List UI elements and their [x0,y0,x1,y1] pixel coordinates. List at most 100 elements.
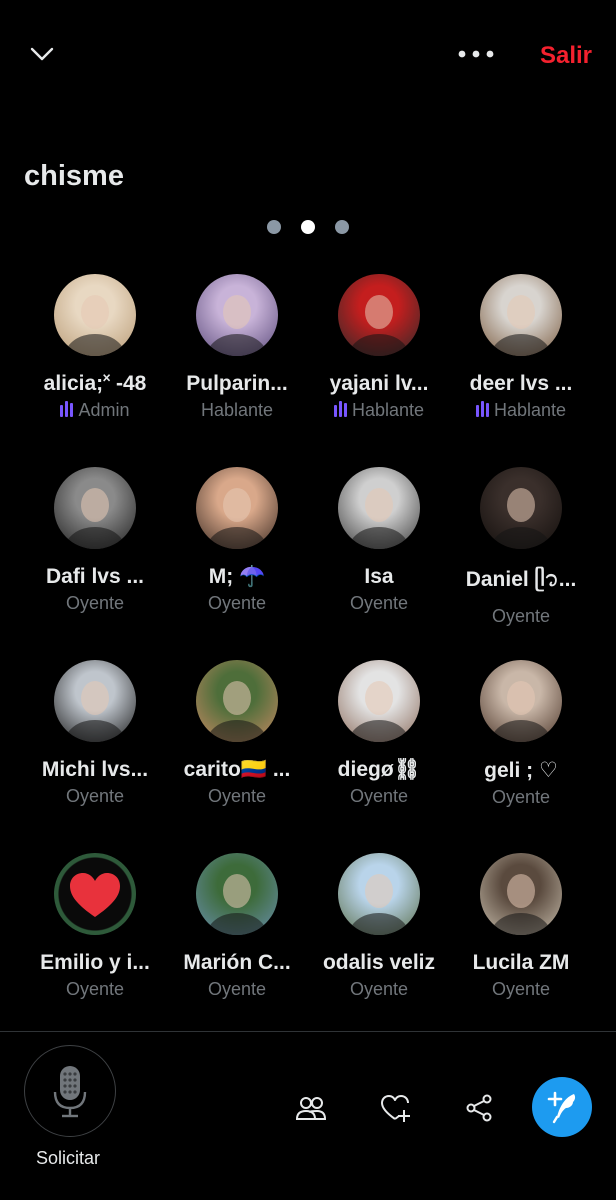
avatar[interactable] [54,853,136,935]
divider [0,1031,616,1032]
avatar[interactable] [196,467,278,549]
participant-role: Hablante [450,400,592,422]
participant-card[interactable]: Pulparin... Hablante [166,274,308,421]
participant-role: Oyente [450,787,592,808]
avatar[interactable] [54,660,136,742]
avatar-photo [349,295,409,356]
more-horizontal-icon[interactable] [456,44,496,64]
participant-card[interactable]: deer lvs ... Hablante [450,274,592,422]
role-label: Hablante [493,400,567,420]
avatar[interactable] [54,467,136,549]
participant-card[interactable]: Emilio y i... Oyente [24,853,166,1000]
participant-card[interactable]: carito🇨🇴 ... Oyente [166,660,308,807]
avatar[interactable] [338,853,420,935]
compose-button[interactable] [532,1077,592,1137]
participant-card[interactable]: Dafi lvs ... Oyente [24,467,166,614]
share-icon[interactable] [463,1092,495,1124]
people-icon[interactable] [295,1092,327,1124]
role-label: Oyente [65,786,125,806]
page-dot-active[interactable] [301,219,315,234]
participant-name: Emilio y i... [40,951,150,974]
participant-card[interactable]: geli ; ♡ Oyente [450,660,592,808]
avatar[interactable] [480,467,562,549]
page-dot[interactable] [335,219,349,234]
participant-card[interactable]: Marión C... Oyente [166,853,308,1000]
participant-role: Oyente [308,786,450,807]
avatar-photo [349,874,409,935]
avatar[interactable] [338,467,420,549]
participant-name: Michi lvs... [41,758,149,781]
role-label: Hablante [351,400,425,420]
participant-name: Pulparin... [186,372,288,395]
avatar[interactable] [480,853,562,935]
participant-role: Oyente [308,979,450,1000]
participant-card[interactable]: odalis veliz Oyente [308,853,450,1000]
participant-card[interactable]: Isa Oyente [308,467,450,614]
participant-name: deer lvs ... [469,372,573,395]
chevron-down-icon[interactable] [28,40,56,68]
role-label: Oyente [491,787,551,807]
role-label: Oyente [349,786,409,806]
avatar-photo [65,681,125,742]
avatar-photo [491,874,551,935]
participant-name: Isa [364,565,394,588]
participant-card[interactable]: Michi lvs... Oyente [24,660,166,807]
avatar[interactable] [196,853,278,935]
page-dot[interactable] [267,219,281,234]
participant-name: Dafi lvs ... [45,565,145,588]
space-title: chisme [24,160,124,192]
exit-button[interactable]: Salir [540,42,592,70]
participant-card[interactable]: Lucila ZM Oyente [450,853,592,1000]
avatar[interactable] [338,660,420,742]
participant-role: Oyente [450,606,592,627]
speaking-bars-icon [60,401,75,422]
microphone-icon [53,1066,87,1118]
participant-role: Oyente [450,979,592,1000]
request-label: Solicitar [35,1148,101,1168]
participant-name: Daniel ᥫ᭡... [465,568,577,591]
avatar[interactable] [480,660,562,742]
participant-name: carito🇨🇴 ... [183,758,291,781]
avatar[interactable] [196,660,278,742]
role-label: Oyente [207,786,267,806]
avatar-photo [207,295,267,356]
participant-card[interactable]: Daniel ᥫ᭡... Oyente [450,467,592,627]
participant-name: M; ☂️ [208,565,266,588]
participant-role: Oyente [166,786,308,807]
participant-card[interactable]: alicia;˟ -48 Admin [24,274,166,422]
avatar-photo [207,681,267,742]
role-label: Oyente [207,979,267,999]
avatar-photo [65,295,125,356]
participant-card[interactable]: yajani lv... Hablante [308,274,450,422]
participant-name: diegø⛓ [337,758,421,781]
participant-role: Admin [24,400,166,422]
role-label: Oyente [65,593,125,613]
participant-role: Oyente [308,593,450,614]
role-label: Admin [78,400,130,420]
avatar-photo [491,488,551,549]
avatar-photo [65,488,125,549]
avatar-photo [349,488,409,549]
role-label: Oyente [491,979,551,999]
avatar-photo [207,874,267,935]
participant-name: alicia;˟ -48 [43,372,147,395]
speaking-bars-icon [475,401,491,422]
top-bar: Salir [0,0,616,110]
role-label: Oyente [65,979,125,999]
avatar-photo [207,488,267,549]
participant-role: Oyente [166,593,308,614]
role-label: Oyente [349,979,409,999]
participant-name: Marión C... [183,951,291,974]
compose-feather-icon [547,1091,576,1124]
avatar[interactable] [338,274,420,356]
avatar[interactable] [480,274,562,356]
avatar[interactable] [196,274,278,356]
participant-role: Oyente [166,979,308,1000]
participant-card[interactable]: M; ☂️ Oyente [166,467,308,614]
avatar[interactable] [54,274,136,356]
heart-plus-icon[interactable] [379,1092,411,1124]
participant-card[interactable]: diegø⛓ Oyente [308,660,450,807]
participant-role: Oyente [24,786,166,807]
request-mic-button[interactable] [24,1045,116,1137]
participant-role: Hablante [166,400,308,421]
